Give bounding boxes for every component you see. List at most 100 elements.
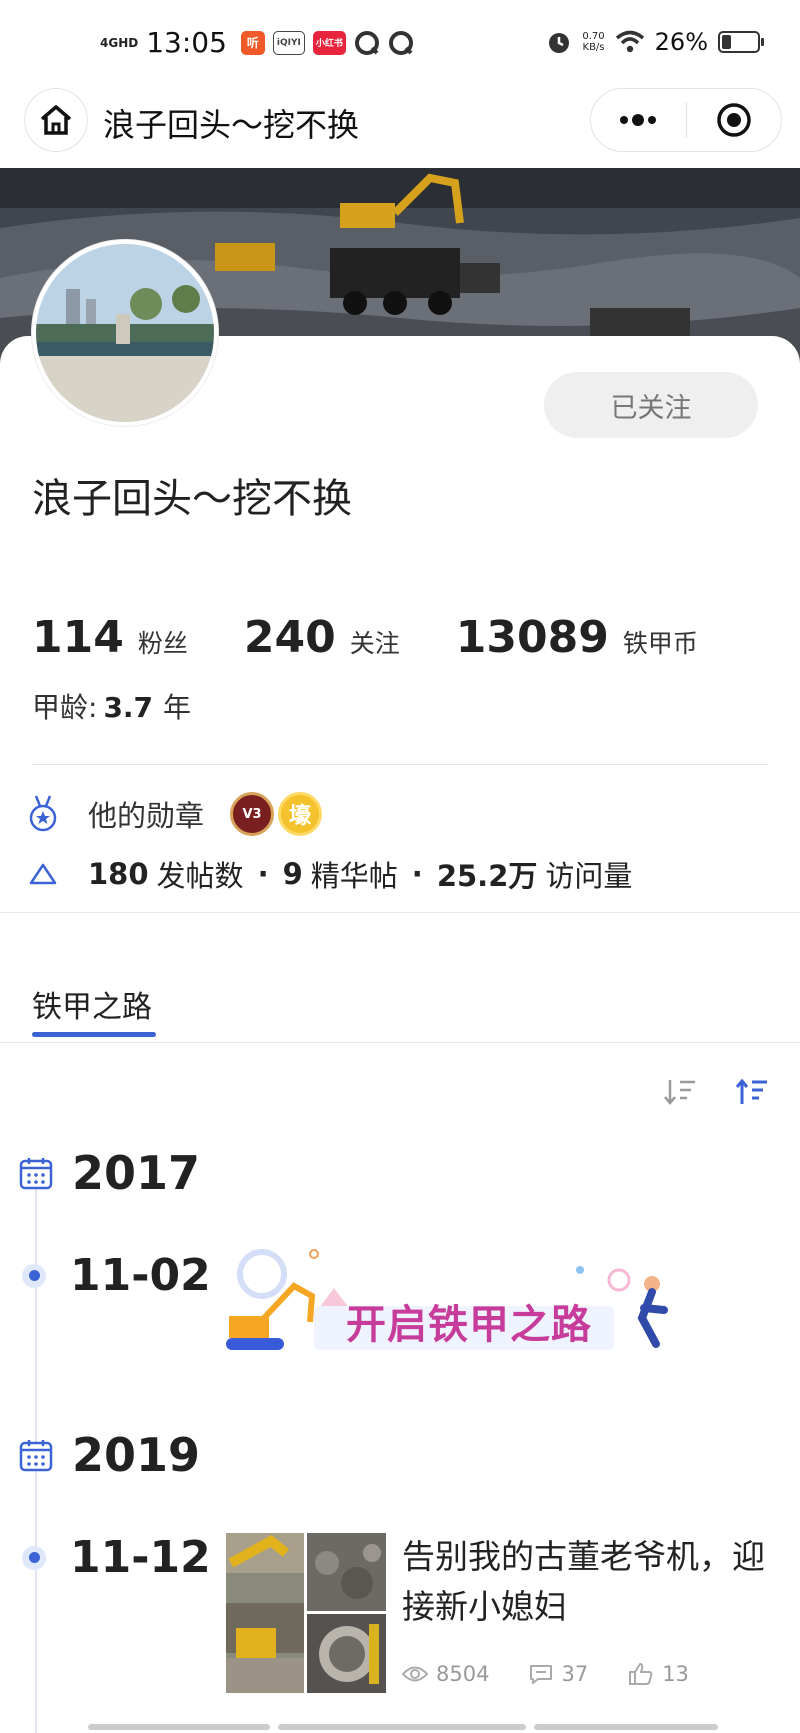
tab-divider	[0, 1042, 800, 1043]
scroll-indicator	[88, 1724, 270, 1730]
account-age: 甲龄: 3.7 年	[32, 686, 191, 726]
post-thumbnails[interactable]	[226, 1533, 386, 1693]
app-notification-xiaohongshu: 小红书	[312, 30, 346, 55]
badge-v3[interactable]: V3	[230, 792, 275, 836]
status-bar: 4GHD 13:05 听 iQIYI 小红书 0.70 KB/s 26%	[0, 0, 800, 88]
comments-count: 37	[561, 1662, 589, 1686]
status-right: 0.70 KB/s 26%	[546, 28, 764, 56]
wifi-icon	[615, 30, 644, 53]
profile-name: 浪子回头～挖不换	[32, 476, 352, 522]
fans-label: 粉丝	[137, 629, 188, 658]
post-thumbnail-rubble	[307, 1533, 386, 1611]
coins-label: 铁甲币	[622, 629, 698, 658]
status-left: 4GHD 13:05 听 iQIYI 小红书	[100, 26, 414, 59]
fans-stat[interactable]: 114 粉丝	[32, 612, 188, 663]
likes-count: 13	[662, 1662, 689, 1686]
post-thumbnail-stack	[307, 1533, 386, 1693]
views-meta: 8504	[402, 1662, 489, 1686]
medal-row[interactable]: 他的勋章 V3 壕	[28, 790, 326, 838]
date-row-1112: 11-12	[22, 1532, 211, 1583]
more-button[interactable]	[591, 89, 686, 151]
sort-descending-icon[interactable]	[662, 1076, 698, 1108]
status-time: 13:05	[146, 26, 227, 59]
age-value: 3.7	[103, 691, 154, 724]
alarm-icon	[549, 33, 570, 53]
speed-unit: KB/s	[582, 42, 605, 53]
following-count: 240	[243, 612, 336, 663]
start-banner-text: 开启铁甲之路	[346, 1302, 592, 1348]
likes-meta[interactable]: 13	[628, 1662, 689, 1686]
views-count: 8504	[436, 1662, 490, 1686]
speed-value: 0.70	[582, 31, 605, 42]
age-unit: 年	[163, 691, 192, 724]
following-label: 关注	[349, 629, 400, 658]
coins-count: 13089	[455, 612, 609, 663]
divider	[32, 764, 768, 765]
target-close-icon	[717, 103, 751, 137]
mini-program-capsule	[590, 88, 782, 152]
post-thumbnail-excavator	[226, 1533, 304, 1693]
network-speed: 0.70 KB/s	[582, 31, 604, 53]
medals-label: 他的勋章	[88, 799, 205, 833]
coins-stat[interactable]: 13089 铁甲币	[456, 612, 698, 663]
tab-bar: 铁甲之路	[0, 960, 800, 1042]
comment-icon	[530, 1665, 553, 1684]
battery-percent: 26%	[654, 28, 708, 56]
battery-icon	[718, 31, 764, 53]
post-title[interactable]: 告别我的古董老爷机，迎接新小媳妇	[402, 1532, 786, 1632]
battery-fill	[722, 35, 731, 49]
home-button[interactable]	[24, 88, 88, 152]
network-indicator: 4GHD	[100, 35, 139, 50]
timeline-dot	[22, 1545, 46, 1570]
app-notification-ting: 听	[240, 30, 265, 55]
visits-count: 25.2万	[436, 859, 538, 893]
avatar-image	[36, 244, 214, 422]
year-2017: 2017	[72, 1146, 201, 1200]
section-divider	[0, 912, 800, 913]
date-row-1102: 11-02	[22, 1250, 211, 1301]
scroll-indicator	[278, 1724, 526, 1730]
post-thumbnail-machine	[307, 1614, 386, 1693]
eye-icon	[402, 1666, 428, 1682]
badge-hao[interactable]: 壕	[278, 792, 323, 836]
following-stat[interactable]: 240 关注	[244, 612, 400, 663]
sort-controls	[662, 1076, 770, 1108]
date-1112: 11-12	[70, 1532, 211, 1583]
featured-count: 9	[282, 857, 303, 891]
scroll-indicator	[534, 1724, 718, 1730]
user-avatar[interactable]	[32, 240, 218, 426]
calendar-icon	[19, 1158, 53, 1190]
posts-summary: 180 发帖数 · 9 精华帖 · 25.2万 访问量	[28, 852, 632, 896]
post-meta: 8504 37 13	[402, 1662, 729, 1686]
date-1102: 11-02	[70, 1250, 211, 1301]
age-label: 甲龄:	[32, 691, 98, 724]
tab-active-indicator	[32, 1032, 156, 1037]
visits-label: 访问量	[545, 859, 633, 893]
posts-label: 发帖数	[156, 859, 244, 893]
fans-count: 114	[32, 612, 124, 663]
separator: ·	[411, 857, 423, 891]
home-icon	[40, 105, 72, 135]
thumbs-up-icon	[629, 1663, 653, 1685]
close-mini-program-button[interactable]	[687, 89, 782, 151]
medal-icon	[29, 795, 57, 832]
year-row-2017: 2017	[18, 1146, 200, 1200]
more-dots-icon	[620, 114, 657, 126]
comments-meta[interactable]: 37	[529, 1662, 588, 1686]
nav-title: 浪子回头～挖不换	[103, 106, 360, 144]
navbar: 浪子回头～挖不换	[0, 88, 800, 168]
posts-count: 180	[88, 857, 149, 891]
triangle-icon	[29, 863, 57, 885]
start-road-banner[interactable]: 开启铁甲之路	[224, 1248, 676, 1364]
profile-stats: 114 粉丝 240 关注 13089 铁甲币	[32, 612, 754, 663]
calendar-icon	[19, 1440, 53, 1472]
followed-button[interactable]: 已关注	[544, 372, 758, 438]
separator: ·	[257, 857, 269, 891]
tab-armor-road[interactable]: 铁甲之路	[32, 982, 152, 1026]
qq-icon	[388, 30, 413, 55]
app-notification-iqiyi: iQIYI	[272, 30, 305, 55]
year-row-2019: 2019	[18, 1428, 200, 1482]
featured-label: 精华帖	[310, 859, 398, 893]
bottom-scroll-indicators	[88, 1724, 718, 1730]
sort-ascending-icon[interactable]	[734, 1076, 770, 1108]
